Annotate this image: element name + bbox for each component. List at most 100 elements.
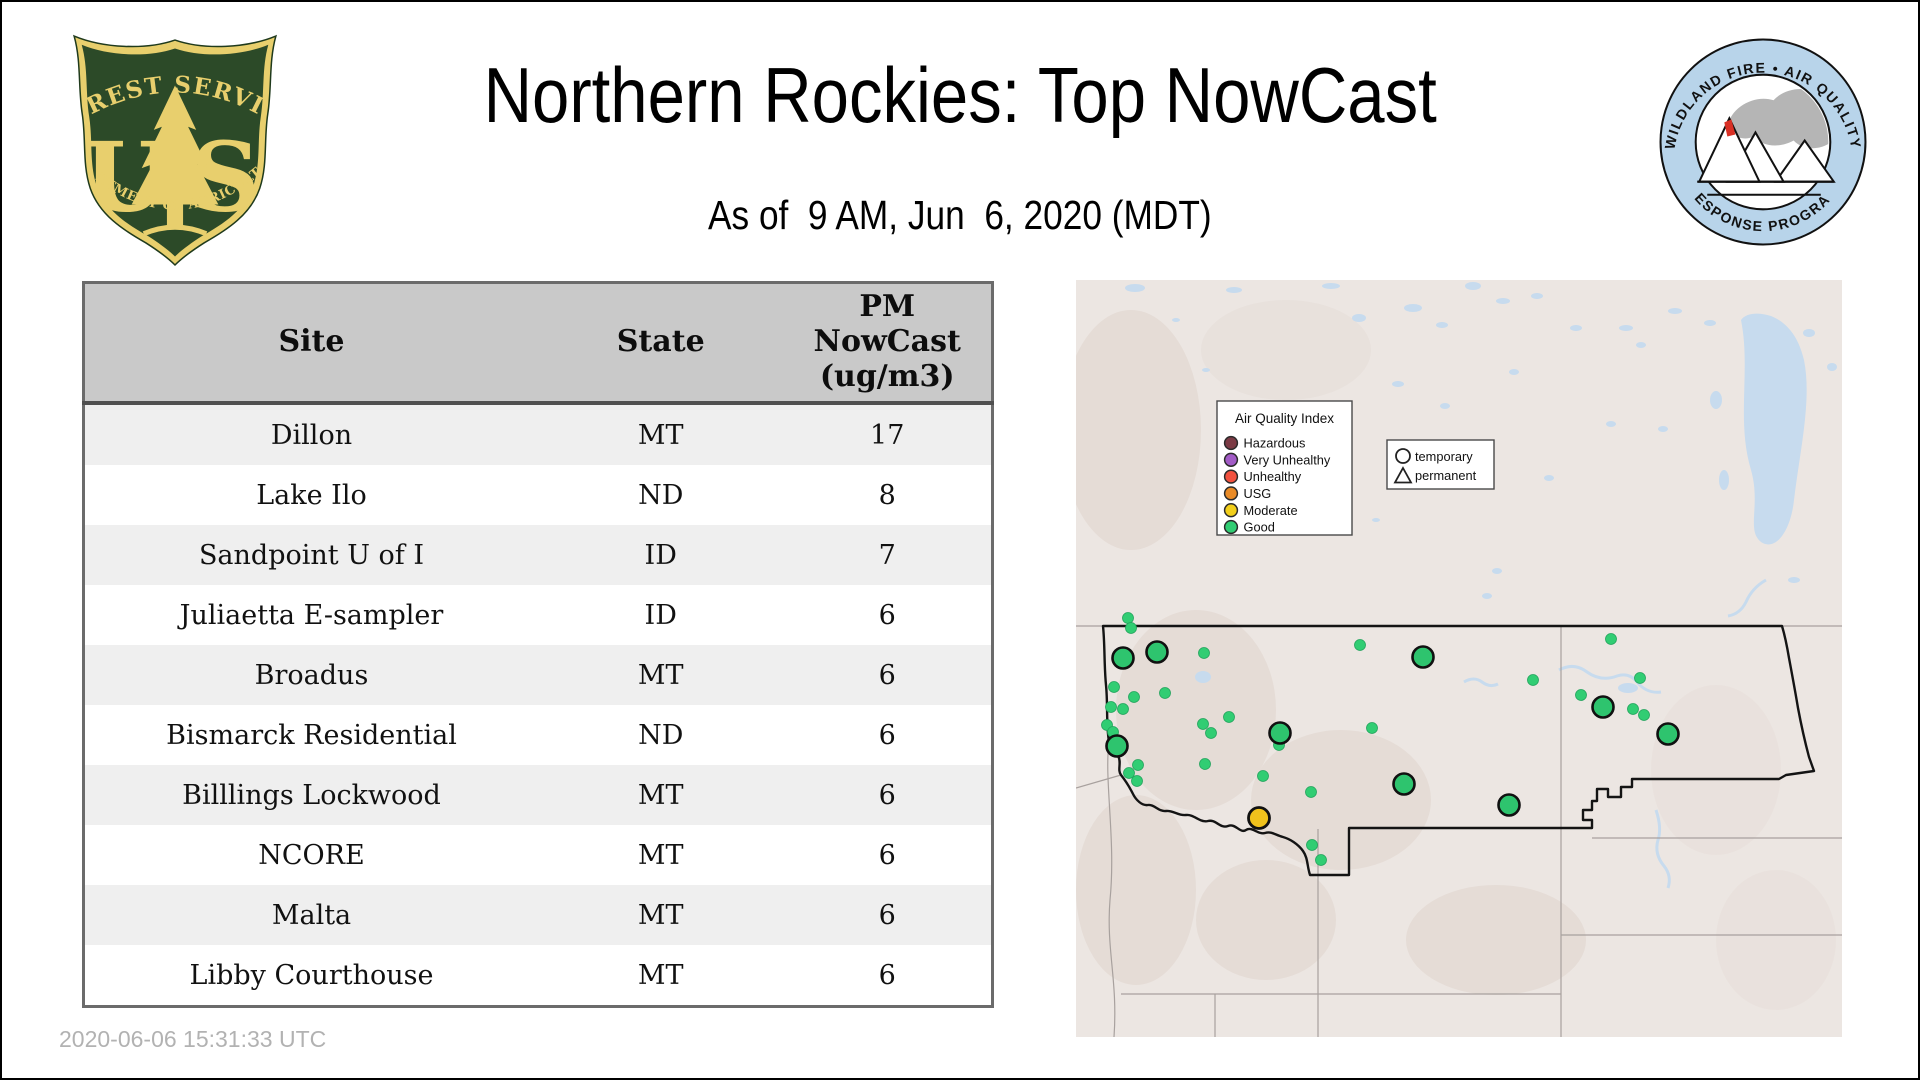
value-cell: 6 xyxy=(878,779,896,811)
monitor-marker xyxy=(1125,622,1137,634)
table-row: Malta MT 6 xyxy=(83,885,993,945)
aqi-color-icon xyxy=(1223,503,1239,518)
aqi-item-label: Hazardous xyxy=(1244,436,1306,451)
value-cell: 6 xyxy=(878,659,896,691)
table-row: Broadus MT 6 xyxy=(83,645,993,705)
value-cell: 6 xyxy=(878,899,896,931)
table-row: NCORE MT 6 xyxy=(83,825,993,885)
nowcast-table: Site State PM NowCast (ug/m3) Dillon MT 17… xyxy=(82,281,994,1008)
monitor-marker xyxy=(1122,612,1134,624)
monitor-marker xyxy=(1128,691,1140,703)
monitor-marker xyxy=(1268,721,1292,745)
site-cell: NCORE xyxy=(258,839,365,871)
site-cell: Dillon xyxy=(270,419,353,451)
report-page: FOREST SERVICE U S DEPARTMENT OF AGRICUL… xyxy=(0,0,1920,1080)
wfaqrp-logo: WILDLAND FIRE • AIR QUALITY RESPONSE PRO… xyxy=(1648,21,1871,250)
temporary-label: temporary xyxy=(1415,449,1473,464)
table-row: Libby Courthouse MT 6 xyxy=(83,945,993,1007)
table-row: Juliaetta E-sampler ID 6 xyxy=(83,585,993,645)
aqi-item-label: Moderate xyxy=(1244,503,1298,518)
generated-timestamp: 2020-06-06 15:31:33 UTC xyxy=(59,1026,327,1052)
value-cell: 6 xyxy=(878,719,896,751)
table-row: Bismarck Residential ND 6 xyxy=(83,705,993,765)
aqi-color-icon xyxy=(1223,469,1239,484)
monitor-marker xyxy=(1132,759,1144,771)
column-header-pm-nowcast: PM NowCast (ug/m3) xyxy=(783,282,993,405)
monitor-marker xyxy=(1223,711,1235,723)
monitor-marker xyxy=(1634,672,1646,684)
monitor-marker xyxy=(1627,703,1639,715)
site-cell: Broadus xyxy=(254,659,369,691)
aqi-legend: Air Quality Index HazardousVery Unhealth… xyxy=(1216,400,1353,536)
monitor-marker xyxy=(1105,701,1117,713)
site-cell: Billlings Lockwood xyxy=(182,779,441,811)
table-row: Lake Ilo ND 8 xyxy=(83,465,993,525)
table-row: Sandpoint U of I ID 7 xyxy=(83,525,993,585)
monitor-marker xyxy=(1198,647,1210,659)
state-cell: ID xyxy=(644,539,677,571)
aqi-color-icon xyxy=(1223,452,1239,467)
aqi-color-icon xyxy=(1223,486,1239,501)
aqi-item-label: Good xyxy=(1244,520,1275,535)
monitor-marker xyxy=(1354,639,1366,651)
state-cell: ND xyxy=(638,479,684,511)
monitor-marker xyxy=(1305,786,1317,798)
permanent-label: permanent xyxy=(1415,468,1477,483)
monitor-marker xyxy=(1591,695,1615,719)
monitor-marker xyxy=(1497,793,1521,817)
monitor-marker xyxy=(1366,722,1378,734)
state-cell: MT xyxy=(637,959,684,991)
monitor-marker xyxy=(1315,854,1327,866)
monitor-marker xyxy=(1247,806,1271,830)
value-cell: 7 xyxy=(878,539,896,571)
state-cell: ID xyxy=(644,599,677,631)
monitor-marker xyxy=(1197,718,1209,730)
value-cell: 17 xyxy=(870,419,905,451)
monitor-marker xyxy=(1656,722,1680,746)
site-cell: Malta xyxy=(271,899,352,931)
page-subtitle: As of 9 AM, Jun 6, 2020 (MDT) xyxy=(708,192,1212,238)
monitor-marker xyxy=(1527,674,1539,686)
value-cell: 6 xyxy=(878,959,896,991)
monitor-marker xyxy=(1117,703,1129,715)
aqi-item-label: Very Unhealthy xyxy=(1244,452,1331,467)
monitor-marker xyxy=(1392,772,1416,796)
state-cell: MT xyxy=(637,419,684,451)
monitor-marker xyxy=(1145,640,1169,664)
aqi-legend-title: Air Quality Index xyxy=(1235,411,1334,426)
page-title: Northern Rockies: Top NowCast xyxy=(483,51,1437,139)
aqi-color-icon xyxy=(1223,519,1239,535)
state-cell: ND xyxy=(638,719,684,751)
monitor-marker xyxy=(1257,770,1269,782)
monitor-marker xyxy=(1111,646,1135,670)
table-row: Dillon MT 17 xyxy=(83,403,993,465)
aqi-color-icon xyxy=(1223,435,1239,451)
monitor-marker xyxy=(1108,681,1120,693)
monitor-marker xyxy=(1159,687,1171,699)
aqi-item-label: USG xyxy=(1244,486,1272,501)
state-cell: MT xyxy=(637,779,684,811)
column-header-site: Site xyxy=(83,282,538,405)
state-cell: MT xyxy=(637,839,684,871)
monitor-marker xyxy=(1306,839,1318,851)
site-cell: Libby Courthouse xyxy=(189,959,434,991)
monitor-marker xyxy=(1638,709,1650,721)
aqi-item-label: Unhealthy xyxy=(1244,469,1302,484)
value-cell: 6 xyxy=(878,839,896,871)
value-cell: 8 xyxy=(878,479,896,511)
marker-key: temporary permanent xyxy=(1386,439,1495,490)
monitor-marker xyxy=(1199,758,1211,770)
monitor-marker xyxy=(1575,689,1587,701)
state-cell: MT xyxy=(637,659,684,691)
value-cell: 6 xyxy=(878,599,896,631)
monitor-marker xyxy=(1205,727,1217,739)
site-cell: Sandpoint U of I xyxy=(198,539,425,571)
monitor-marker xyxy=(1105,734,1129,758)
table-row: Billlings Lockwood MT 6 xyxy=(83,765,993,825)
monitor-marker xyxy=(1411,645,1435,669)
site-cell: Bismarck Residential xyxy=(166,719,457,751)
monitor-map: Air Quality Index Hazardous Very Unhealth… xyxy=(1076,280,1842,1037)
wfaqrp-seal: WILDLAND FIRE • AIR QUALITY RESPONSE PRO… xyxy=(1648,21,1867,246)
state-cell: MT xyxy=(637,899,684,931)
monitor-marker xyxy=(1605,633,1617,645)
